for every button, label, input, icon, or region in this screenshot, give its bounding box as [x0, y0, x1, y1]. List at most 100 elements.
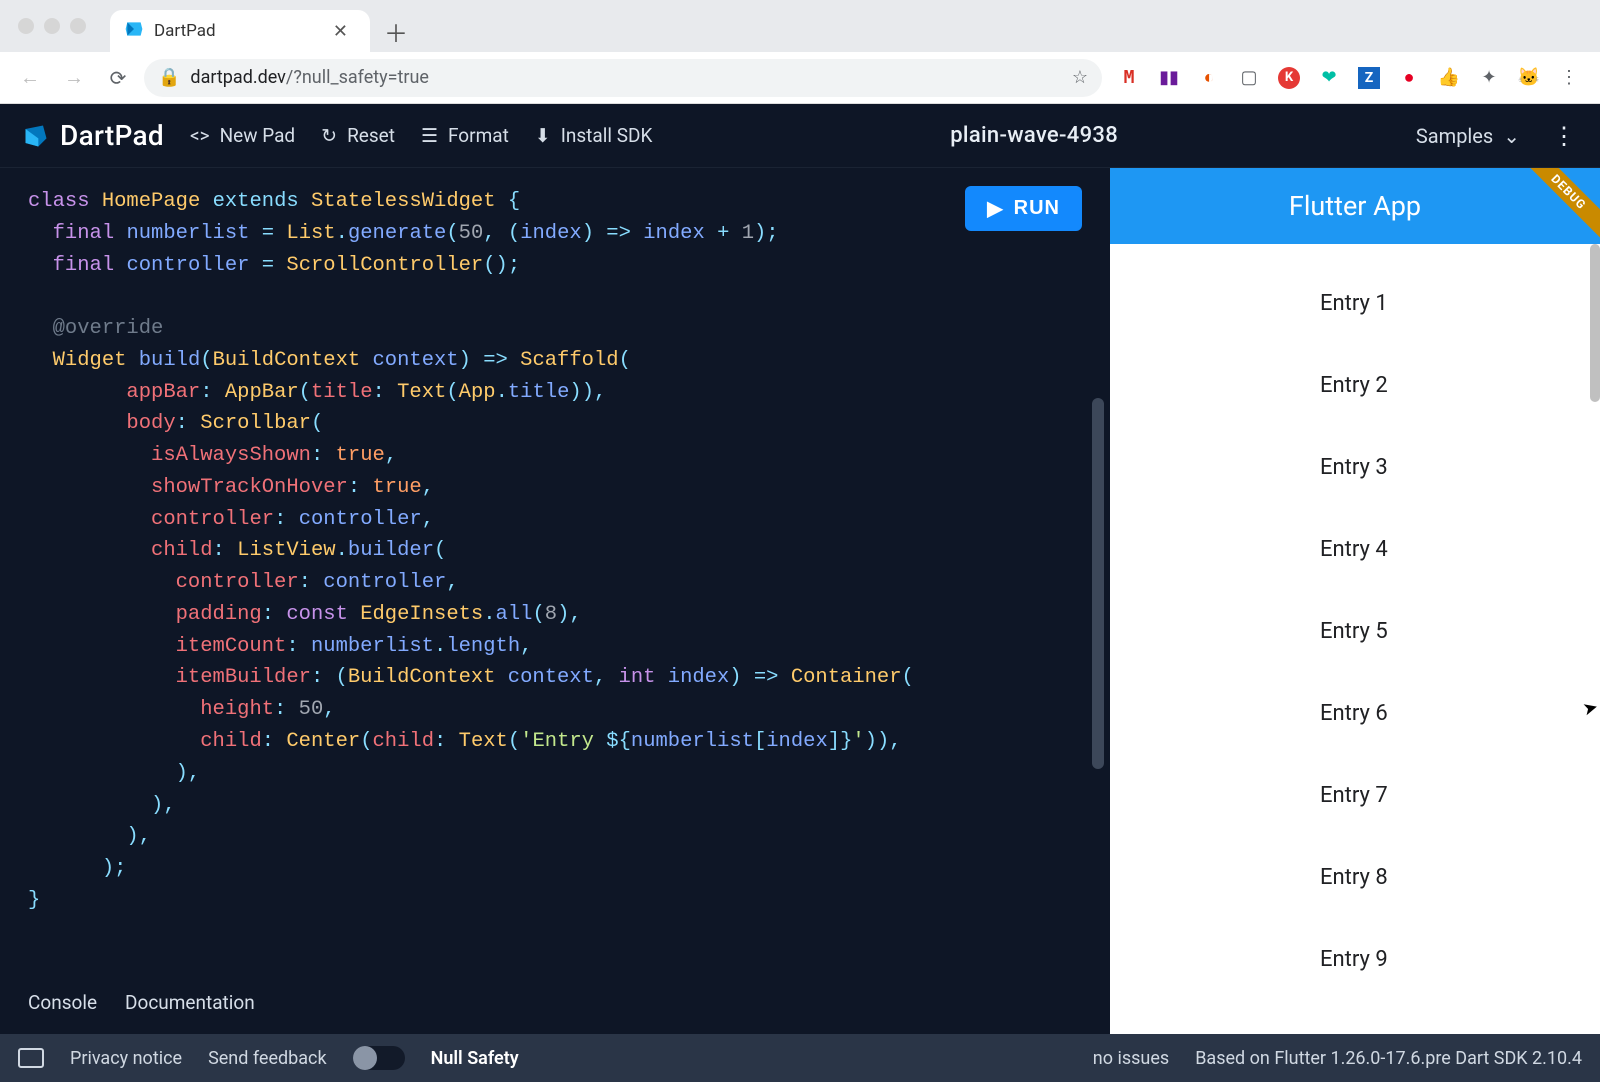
preview-scrollbar[interactable]	[1590, 244, 1600, 1034]
gmail-ext-icon[interactable]: M	[1118, 67, 1140, 89]
format-button[interactable]: ☰ Format	[421, 124, 509, 147]
tok: Container	[791, 666, 902, 689]
feedback-link[interactable]: Send feedback	[208, 1048, 327, 1069]
samples-dropdown[interactable]: Samples ⌄	[1416, 124, 1520, 148]
list-item[interactable]: Entry 5	[1110, 590, 1600, 672]
reset-button[interactable]: ↻ Reset	[321, 124, 395, 147]
forward-button[interactable]: →	[56, 60, 92, 96]
tok: index	[766, 730, 828, 753]
editor-scrollbar-thumb[interactable]	[1092, 398, 1104, 769]
privacy-link[interactable]: Privacy notice	[70, 1048, 182, 1069]
tok: controller	[299, 508, 422, 531]
footer: Privacy notice Send feedback Null Safety…	[0, 1034, 1600, 1082]
code-icon: <>	[190, 124, 210, 147]
editor-scrollbar[interactable]	[1092, 398, 1104, 996]
tok: child	[151, 539, 213, 562]
tok: final	[53, 254, 115, 277]
toolbar: ← → ⟳ 🔒 dartpad.dev/?null_safety=true ☆ …	[0, 52, 1600, 104]
list-item[interactable]: Entry 4	[1110, 508, 1600, 590]
tok: index	[668, 666, 730, 689]
tab-console[interactable]: Console	[28, 991, 97, 1014]
app-body: ▶ RUN class HomePage extends StatelessWi…	[0, 168, 1600, 1034]
list-item[interactable]: Entry 1	[1110, 262, 1600, 344]
traffic-light-zoom[interactable]	[70, 18, 86, 34]
new-pad-button[interactable]: <> New Pad	[190, 124, 295, 147]
tok: numberlist	[311, 635, 434, 658]
format-label: Format	[448, 124, 509, 147]
chrome-menu-icon[interactable]: ⋮	[1558, 67, 1580, 89]
tok: controller	[126, 254, 249, 277]
run-button[interactable]: ▶ RUN	[965, 186, 1082, 231]
project-name[interactable]: plain-wave-4938	[950, 123, 1118, 148]
install-sdk-button[interactable]: ⬇ Install SDK	[535, 124, 653, 147]
tok: true	[373, 476, 422, 499]
tok: HomePage	[102, 190, 200, 213]
z-ext-icon[interactable]: Z	[1358, 67, 1380, 89]
preview-title: Flutter App	[1289, 190, 1421, 222]
misc-ext-icon[interactable]: 🐱	[1518, 67, 1540, 89]
tab-documentation[interactable]: Documentation	[125, 991, 255, 1014]
tab-title: DartPad	[154, 21, 216, 41]
bookmark-star-icon[interactable]: ☆	[1072, 67, 1088, 88]
null-safety-toggle[interactable]	[353, 1046, 405, 1070]
tok: index	[520, 222, 582, 245]
preview-scrollbar-thumb[interactable]	[1590, 244, 1600, 402]
app-header: DartPad <> New Pad ↻ Reset ☰ Format ⬇ In…	[0, 104, 1600, 168]
orange-ext-icon[interactable]: ◐	[1198, 67, 1220, 89]
pinterest-ext-icon[interactable]: ●	[1398, 67, 1420, 89]
new-pad-label: New Pad	[220, 124, 296, 147]
tok: 50	[299, 698, 324, 721]
list-item[interactable]: Entry 9	[1110, 918, 1600, 1000]
more-menu-icon[interactable]: ⋮	[1546, 122, 1582, 150]
thumb-ext-icon[interactable]: 👍	[1438, 67, 1460, 89]
k-ext-icon[interactable]: K	[1278, 67, 1300, 89]
tok: context	[373, 349, 459, 372]
null-safety-label: Null Safety	[431, 1048, 519, 1069]
tok: 8	[545, 603, 557, 626]
back-button[interactable]: ←	[12, 60, 48, 96]
heart-ext-icon[interactable]: ❤	[1318, 67, 1340, 89]
list-item[interactable]: Entry 8	[1110, 836, 1600, 918]
purple-ext-icon[interactable]: ▮▮	[1158, 67, 1180, 89]
preview-appbar: Flutter App DEBUG	[1110, 168, 1600, 244]
tok: title	[508, 381, 570, 404]
grey-ext-icon[interactable]: ▢	[1238, 67, 1260, 89]
list-item[interactable]: Entry 2	[1110, 344, 1600, 426]
list-item[interactable]: Entry 3	[1110, 426, 1600, 508]
preview-list[interactable]: Entry 1 Entry 2 Entry 3 Entry 4 Entry 5 …	[1110, 244, 1600, 1034]
tok: title	[311, 381, 373, 404]
traffic-light-close[interactable]	[18, 18, 34, 34]
browser-tab[interactable]: DartPad ✕	[110, 10, 370, 52]
tok: appBar	[126, 381, 200, 404]
tok: controller	[176, 571, 299, 594]
list-item[interactable]: Entry 7	[1110, 754, 1600, 836]
list-item[interactable]: Entry 6	[1110, 672, 1600, 754]
close-tab-icon[interactable]: ✕	[325, 21, 356, 42]
logo[interactable]: DartPad	[22, 119, 164, 152]
browser-chrome: DartPad ✕ ＋ ← → ⟳ 🔒 dartpad.dev/?null_sa…	[0, 0, 1600, 104]
run-label: RUN	[1014, 197, 1060, 220]
samples-label: Samples	[1416, 124, 1493, 148]
tok: builder	[348, 539, 434, 562]
issues-status[interactable]: no issues	[1093, 1048, 1169, 1069]
tok: index	[643, 222, 705, 245]
tok: numberlist	[631, 730, 754, 753]
tok: true	[336, 444, 385, 467]
tok: BuildContext	[213, 349, 361, 372]
code-editor[interactable]: class HomePage extends StatelessWidget {…	[28, 186, 1090, 917]
traffic-light-minimize[interactable]	[44, 18, 60, 34]
tok: itemCount	[176, 635, 287, 658]
tok: '	[852, 730, 864, 753]
keyboard-icon[interactable]	[18, 1048, 44, 1068]
logo-text: DartPad	[60, 119, 164, 152]
tok: const	[286, 603, 348, 626]
tok: controller	[323, 571, 446, 594]
tok: Scaffold	[520, 349, 618, 372]
tok: length	[446, 635, 520, 658]
tok: StatelessWidget	[311, 190, 496, 213]
new-tab-button[interactable]: ＋	[378, 13, 414, 49]
tok: List	[286, 222, 335, 245]
address-bar[interactable]: 🔒 dartpad.dev/?null_safety=true ☆	[144, 59, 1102, 97]
extensions-icon[interactable]: ✦	[1478, 67, 1500, 89]
reload-button[interactable]: ⟳	[100, 60, 136, 96]
